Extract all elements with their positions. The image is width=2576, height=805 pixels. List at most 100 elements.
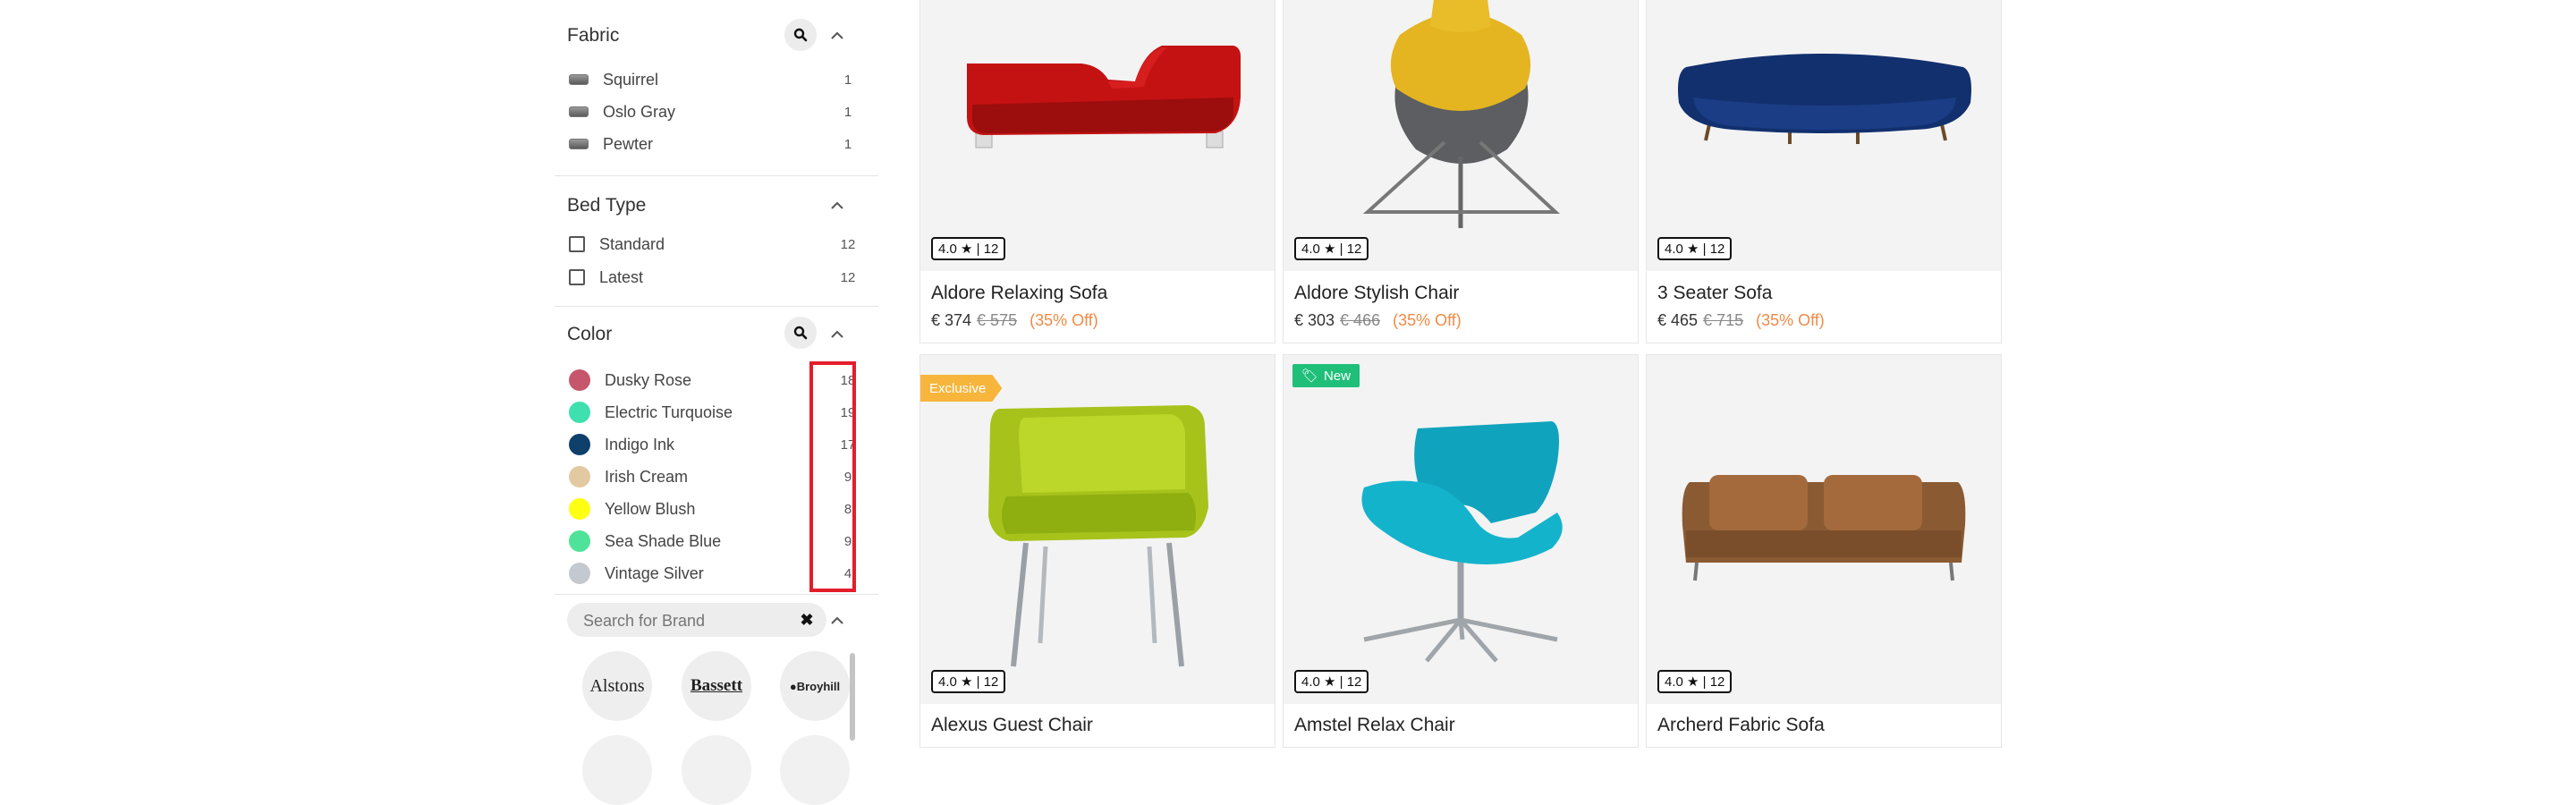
checkbox[interactable] <box>569 236 585 252</box>
product-card[interactable]: 4.0 ★ | 12 Aldore Stylish Chair € 303 € … <box>1283 0 1639 343</box>
color-collapse-icon[interactable] <box>828 325 846 343</box>
brand-logo[interactable] <box>780 735 850 805</box>
filter-option-label: Pewter <box>603 134 654 153</box>
current-price: € 303 <box>1294 311 1335 329</box>
filter-option-label: Electric Turquoise <box>605 402 733 421</box>
fabric-search-icon[interactable] <box>784 19 817 51</box>
discount-label: (35% Off) <box>1393 311 1462 329</box>
product-card[interactable]: 4.0 ★ | 12 3 Seater Sofa € 465 € 715 (35… <box>1646 0 2002 343</box>
rating-badge: 4.0 ★ | 12 <box>931 670 1006 693</box>
filter-option-fabric[interactable]: Squirrel 1 <box>569 66 866 93</box>
product-price: € 303 € 466 (35% Off) <box>1294 311 1462 330</box>
filter-option-bed-type[interactable]: Standard 12 <box>569 231 866 258</box>
original-price: € 466 <box>1340 311 1381 329</box>
product-name[interactable]: 3 Seater Sofa <box>1657 283 1772 304</box>
rating-badge: 4.0 ★ | 12 <box>1657 237 1733 260</box>
product-price: € 374 € 575 (35% Off) <box>931 311 1098 330</box>
filter-section-bed-type: Bed Type Standard 12 Latest 12 <box>555 175 878 307</box>
filter-sidebar: Fabric Squirrel 1 Oslo Gray 1 Pewter 1 B… <box>555 0 878 805</box>
product-image[interactable] <box>1284 0 1638 271</box>
filter-option-bed-type[interactable]: Latest 12 <box>569 264 866 291</box>
filter-option-count: 1 <box>843 72 852 88</box>
filter-option-label: Sea Shade Blue <box>605 531 722 550</box>
product-card[interactable]: Exclusive 4.0 ★ | 12 Alexus Guest Chair <box>919 354 1275 748</box>
color-swatch <box>569 369 590 391</box>
rating-badge: 4.0 ★ | 12 <box>1294 237 1369 260</box>
brand-search-input[interactable] <box>581 603 782 639</box>
sofa-image <box>1678 54 1971 144</box>
brand-collapse-icon[interactable] <box>828 611 846 629</box>
rating-badge: 4.0 ★ | 12 <box>931 237 1006 260</box>
filter-option-count: 1 <box>843 136 852 152</box>
color-swatch <box>569 434 590 455</box>
chair-image <box>1362 0 1561 228</box>
filter-title-bed-type: Bed Type <box>567 195 647 216</box>
product-card[interactable]: 4.0 ★ | 12 Archerd Fabric Sofa <box>1646 354 2002 748</box>
product-name[interactable]: Aldore Stylish Chair <box>1294 283 1459 304</box>
filter-option-label: Latest <box>599 267 644 286</box>
chair-image <box>988 405 1208 667</box>
filter-option-count: 12 <box>840 236 856 252</box>
brand-logo[interactable] <box>682 735 751 805</box>
color-swatch <box>569 402 590 423</box>
brand-logo-alstons[interactable]: Alstons <box>582 651 652 721</box>
fabric-collapse-icon[interactable] <box>828 26 846 44</box>
product-name[interactable]: Amstel Relax Chair <box>1294 715 1455 736</box>
color-swatch <box>569 563 590 584</box>
filter-option-fabric[interactable]: Pewter 1 <box>569 131 866 157</box>
product-card[interactable]: 4.0 ★ | 12 Aldore Relaxing Sofa € 374 € … <box>919 0 1275 343</box>
tag-icon: 🏷 <box>1301 369 1319 384</box>
new-tag-label: New <box>1324 368 1352 384</box>
brand-logo-text: ●Broyhill <box>789 679 841 693</box>
discount-label: (35% Off) <box>1030 311 1098 329</box>
current-price: € 465 <box>1657 311 1699 329</box>
filter-option-label: Irish Cream <box>605 467 689 486</box>
filter-option-label: Oslo Gray <box>603 102 676 121</box>
filter-title-fabric: Fabric <box>567 25 620 46</box>
filter-option-label: Standard <box>599 234 665 253</box>
exclusive-tag: Exclusive <box>920 375 1003 402</box>
product-image[interactable] <box>1284 355 1638 704</box>
rating-badge: 4.0 ★ | 12 <box>1657 670 1733 693</box>
product-card[interactable]: 🏷 New 4.0 ★ | 12 Amstel Relax Chair <box>1283 354 1639 748</box>
new-tag: 🏷 New <box>1292 364 1360 387</box>
product-image[interactable] <box>920 355 1275 704</box>
product-name[interactable]: Archerd Fabric Sofa <box>1657 715 1825 736</box>
sofa-image <box>1682 475 1966 581</box>
fabric-swatch <box>569 106 589 117</box>
filter-option-label: Squirrel <box>603 70 659 89</box>
filter-option-label: Vintage Silver <box>605 564 704 582</box>
product-image[interactable] <box>1647 0 2001 271</box>
brand-logo-broyhill[interactable]: ●Broyhill <box>780 651 850 721</box>
close-icon[interactable]: ✖ <box>798 611 816 629</box>
original-price: € 575 <box>977 311 1018 329</box>
filter-section-fabric: Fabric Squirrel 1 Oslo Gray 1 Pewter 1 <box>555 0 878 176</box>
sofa-image <box>967 46 1241 148</box>
filter-option-label: Yellow Blush <box>605 499 696 518</box>
fabric-swatch <box>569 139 589 149</box>
filter-option-fabric[interactable]: Oslo Gray 1 <box>569 98 866 125</box>
filter-option-count: 12 <box>840 269 856 285</box>
fabric-swatch <box>569 74 589 85</box>
product-price: € 465 € 715 (35% Off) <box>1657 311 1825 330</box>
checkbox[interactable] <box>569 269 585 285</box>
brand-logo-text: Bassett <box>690 676 743 695</box>
color-swatch <box>569 530 590 552</box>
bed-type-collapse-icon[interactable] <box>828 196 846 214</box>
color-search-icon[interactable] <box>784 317 817 349</box>
product-image[interactable] <box>920 0 1275 271</box>
filter-option-count: 1 <box>843 104 852 120</box>
brand-scrollbar[interactable] <box>850 653 855 741</box>
product-image[interactable] <box>1647 355 2001 704</box>
brand-search-box[interactable]: ✖ <box>567 603 826 639</box>
count-highlight-box <box>809 361 856 592</box>
color-swatch <box>569 466 590 487</box>
product-name[interactable]: Aldore Relaxing Sofa <box>931 283 1107 304</box>
brand-logo[interactable] <box>582 735 652 805</box>
color-swatch <box>569 498 590 520</box>
filter-option-label: Indigo Ink <box>605 435 675 453</box>
brand-logo-bassett[interactable]: Bassett <box>682 651 751 721</box>
rating-badge: 4.0 ★ | 12 <box>1294 670 1369 693</box>
product-name[interactable]: Alexus Guest Chair <box>931 715 1093 736</box>
filter-option-label: Dusky Rose <box>605 370 692 389</box>
